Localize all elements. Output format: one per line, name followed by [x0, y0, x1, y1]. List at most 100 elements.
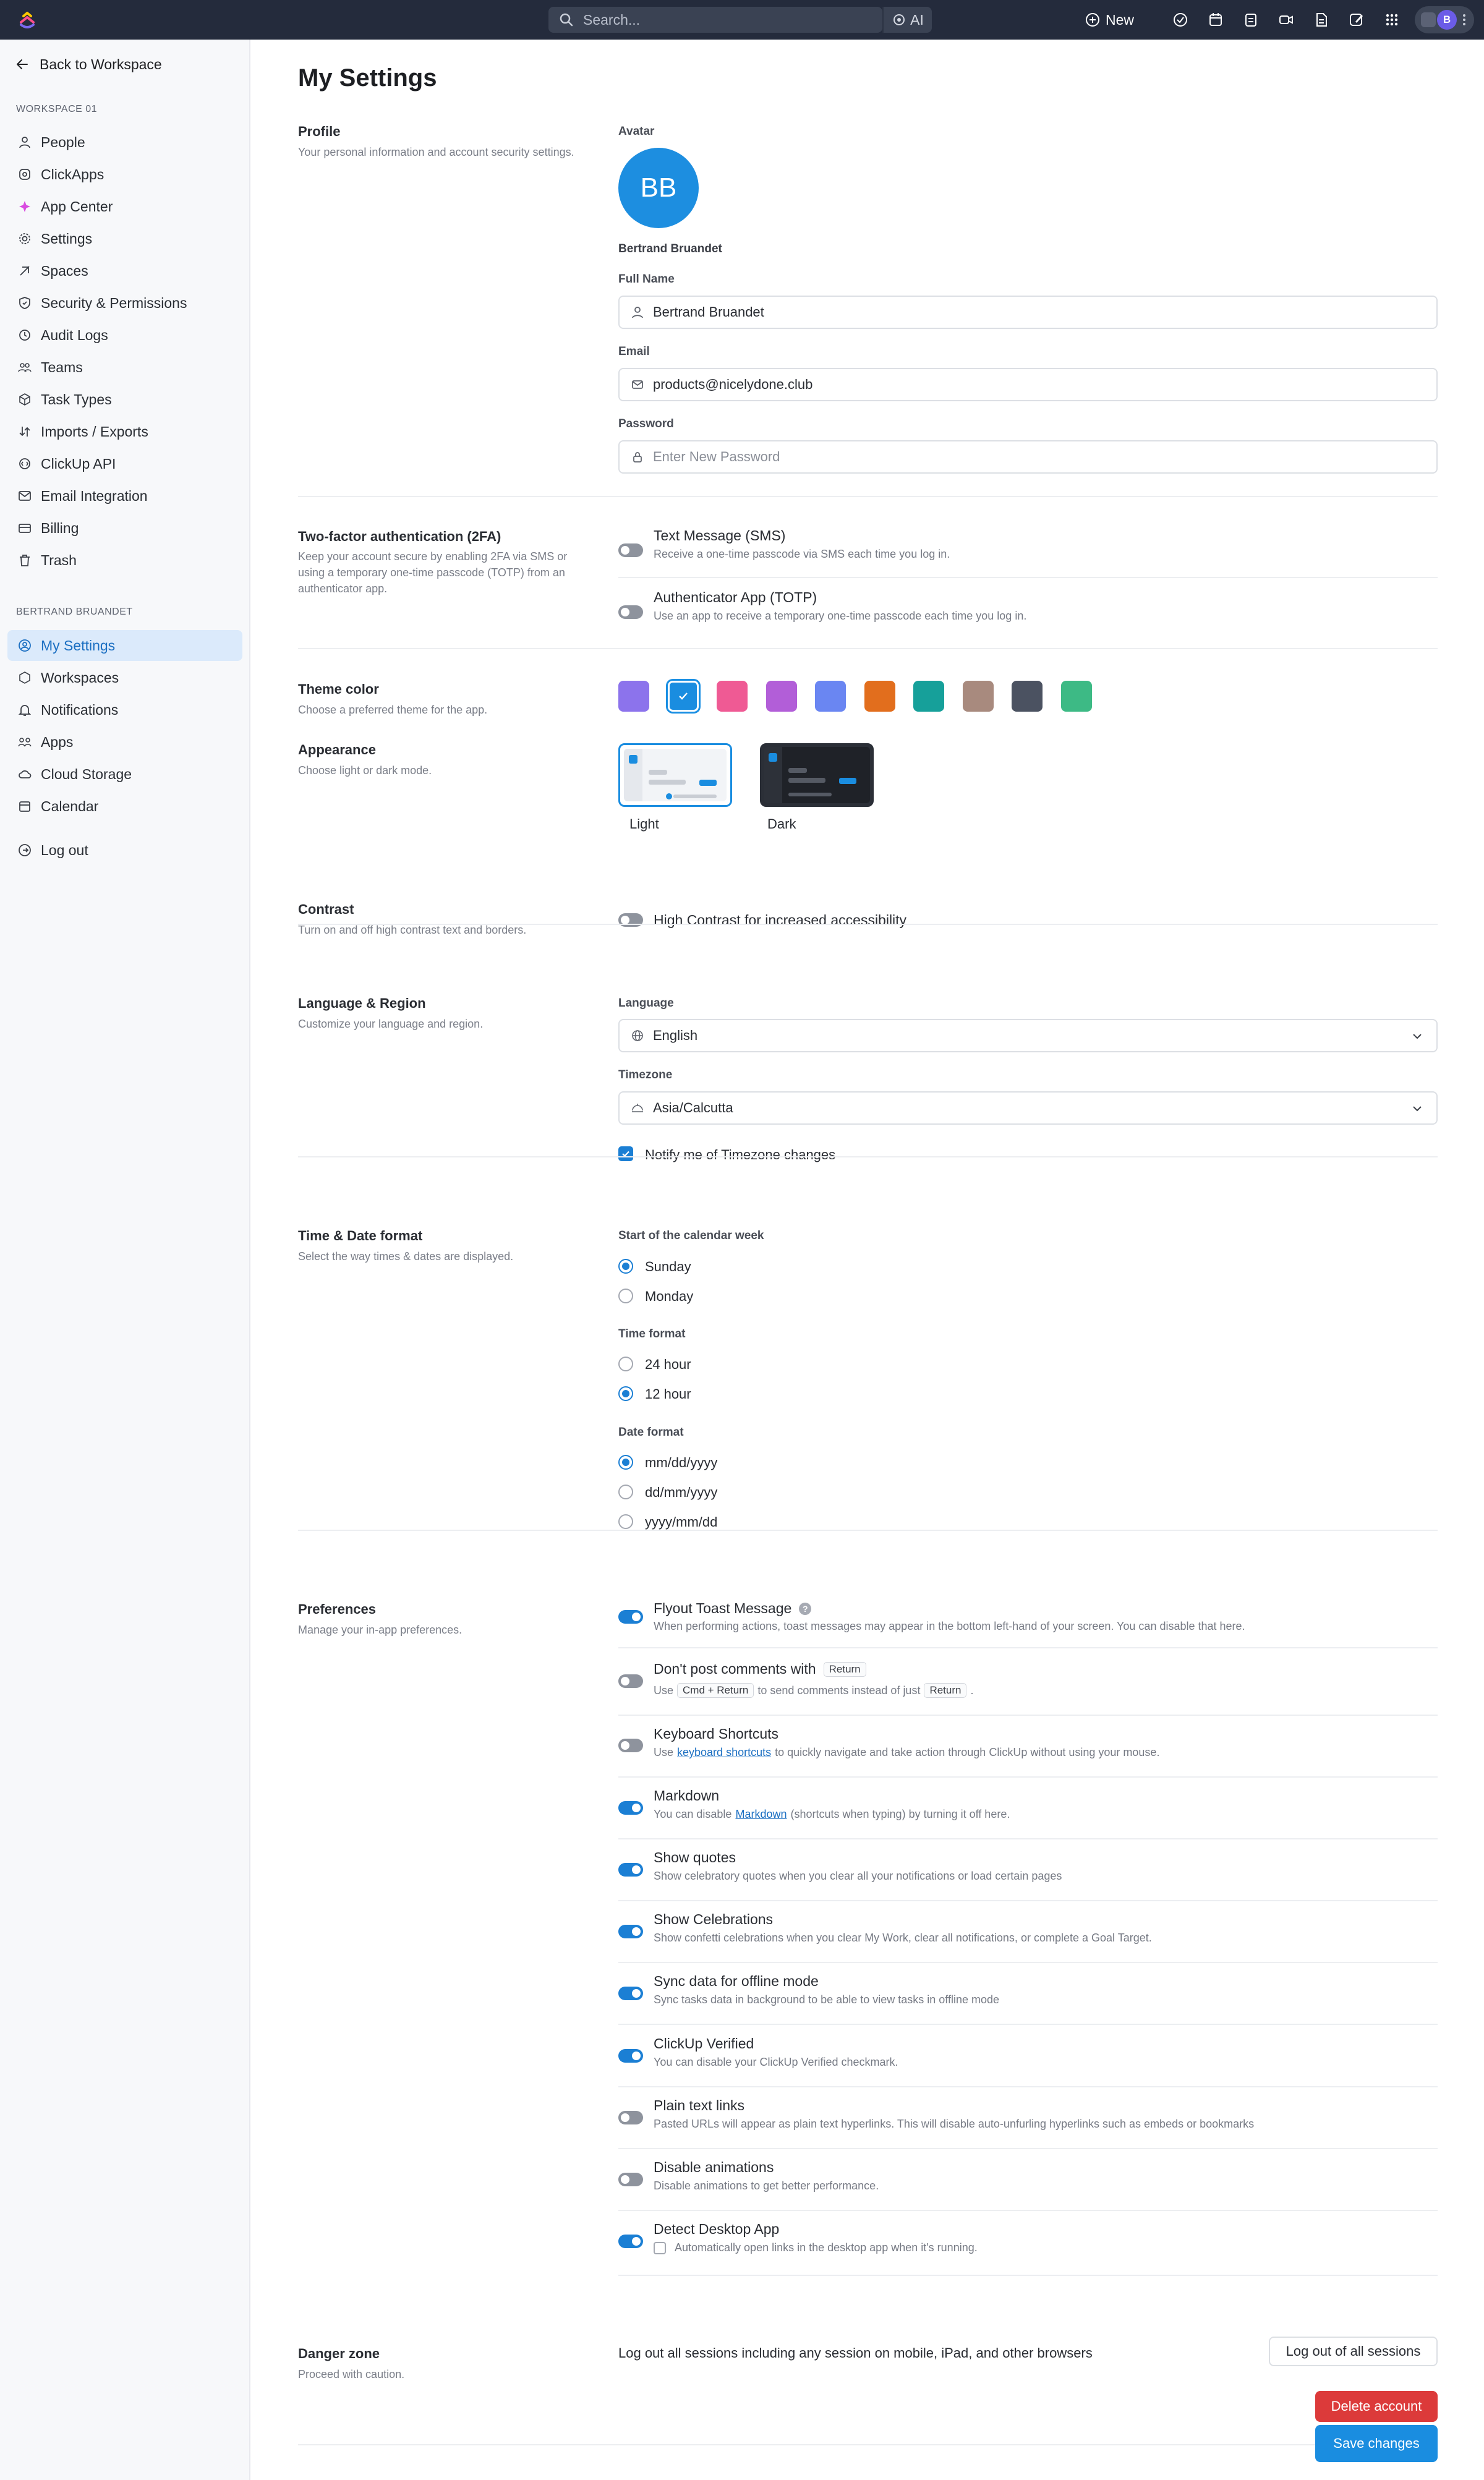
page-title: My Settings — [298, 64, 437, 92]
sidebar-item-label: Teams — [41, 359, 83, 375]
sidebar-item-settings[interactable]: Settings — [7, 223, 242, 254]
password-field[interactable]: Enter New Password — [618, 440, 1438, 474]
theme-swatch[interactable] — [815, 681, 846, 712]
check-circle-icon[interactable] — [1172, 11, 1189, 28]
keyboard-shortcuts-toggle[interactable] — [618, 1739, 643, 1752]
date-format-label: Date format — [618, 1426, 684, 1439]
sms-toggle[interactable] — [618, 543, 643, 557]
language-select[interactable]: English — [618, 1019, 1438, 1052]
sidebar-item-clickapps[interactable]: ClickApps — [7, 159, 242, 190]
sidebar-item-label: Spaces — [41, 262, 88, 279]
sidebar-item-notifications[interactable]: Notifications — [7, 694, 242, 725]
sidebar-item-spaces[interactable]: Spaces — [7, 255, 242, 286]
sidebar-item-teams[interactable]: Teams — [7, 352, 242, 383]
sidebar-item-billing[interactable]: Billing — [7, 513, 242, 543]
week-monday-radio[interactable] — [618, 1289, 633, 1303]
email-field[interactable]: products@nicelydone.club — [618, 368, 1438, 401]
sidebar-item-my-settings[interactable]: My Settings — [7, 630, 242, 661]
profile-menu-button[interactable]: B — [1415, 6, 1474, 33]
appearance-dark-card[interactable] — [760, 743, 874, 807]
theme-swatch[interactable] — [1060, 681, 1092, 712]
markdown-link[interactable]: Markdown — [735, 1808, 787, 1821]
detect-desktop-toggle[interactable] — [618, 2235, 643, 2248]
show-celebrations-toggle[interactable] — [618, 1925, 643, 1938]
theme-swatch[interactable] — [913, 681, 944, 712]
sidebar-item-clickup-api[interactable]: ClickUp API — [7, 448, 242, 479]
profile-section-desc: Your personal information and account se… — [298, 146, 574, 158]
sidebar-item-label: Imports / Exports — [41, 423, 148, 440]
logout-all-sessions-button[interactable]: Log out of all sessions — [1269, 2337, 1438, 2366]
sidebar-item-app-center[interactable]: App Center — [7, 191, 242, 222]
date-yyyymmdd-radio[interactable] — [618, 1514, 633, 1529]
theme-swatch[interactable] — [618, 681, 649, 712]
grid-icon[interactable] — [1383, 11, 1401, 28]
theme-swatch[interactable] — [717, 681, 748, 712]
sidebar-item-cloud-storage[interactable]: Cloud Storage — [7, 759, 242, 790]
notify-timezone-checkbox[interactable] — [618, 1146, 633, 1161]
user-section-header: BERTRAND BRUANDET — [16, 607, 133, 617]
open-in-desktop-checkbox[interactable] — [654, 2242, 666, 2254]
plus-circle-icon — [1086, 13, 1099, 27]
clipboard-icon[interactable] — [1242, 11, 1260, 28]
sidebar-item-apps[interactable]: Apps — [7, 727, 242, 757]
document-icon[interactable] — [1313, 11, 1330, 28]
time-24-label: 24 hour — [645, 1357, 691, 1372]
flyout-toast-toggle[interactable] — [618, 1610, 643, 1624]
date-ddmmyyyy-radio[interactable] — [618, 1485, 633, 1499]
save-changes-button[interactable]: Save changes — [1315, 2425, 1438, 2462]
logout-icon — [19, 844, 31, 856]
sidebar-item-log-out[interactable]: Log out — [7, 835, 242, 866]
delete-account-button[interactable]: Delete account — [1315, 2391, 1438, 2422]
time-24-radio[interactable] — [618, 1357, 633, 1371]
help-icon[interactable]: ? — [799, 1602, 812, 1615]
disable-animations-toggle[interactable] — [618, 2173, 643, 2186]
gear-icon — [19, 233, 30, 244]
language-label: Language — [618, 997, 674, 1010]
timezone-select[interactable]: Asia/Calcutta — [618, 1091, 1438, 1125]
twofa-section-desc: Keep your account secure by enabling 2FA… — [298, 550, 568, 595]
sidebar-item-audit-logs[interactable]: Audit Logs — [7, 320, 242, 351]
avatar[interactable]: BB — [618, 148, 699, 228]
flyout-toast-title-text: Flyout Toast Message — [654, 1600, 792, 1616]
comments-return-toggle[interactable] — [618, 1674, 643, 1688]
theme-swatch[interactable] — [864, 681, 895, 712]
video-icon[interactable] — [1277, 11, 1295, 28]
theme-swatch[interactable] — [765, 681, 797, 712]
row-divider — [618, 2210, 1438, 2211]
sidebar-item-workspaces[interactable]: Workspaces — [7, 662, 242, 693]
markdown-title: Markdown — [654, 1788, 720, 1804]
sidebar-item-task-types[interactable]: Task Types — [7, 384, 242, 415]
theme-swatch[interactable] — [667, 681, 699, 712]
time-12-radio[interactable] — [618, 1386, 633, 1401]
sidebar-item-people[interactable]: People — [7, 127, 242, 158]
week-sunday-radio[interactable] — [618, 1259, 633, 1274]
sidebar-item-security-permissions[interactable]: Security & Permissions — [7, 288, 242, 318]
show-quotes-toggle[interactable] — [618, 1863, 643, 1877]
keyboard-shortcuts-link[interactable]: keyboard shortcuts — [677, 1746, 771, 1759]
theme-swatch[interactable] — [962, 681, 994, 712]
appearance-light-card[interactable] — [618, 743, 732, 807]
ai-button[interactable]: AI — [882, 7, 932, 33]
theme-swatch[interactable] — [1012, 681, 1043, 712]
back-to-workspace-link[interactable]: Back to Workspace — [15, 52, 162, 77]
sidebar-item-calendar[interactable]: Calendar — [7, 791, 242, 822]
sidebar-item-label: My Settings — [41, 637, 116, 654]
preview-line — [673, 795, 717, 798]
clickup-logo-icon[interactable] — [16, 9, 38, 31]
date-mmddyyyy-radio[interactable] — [618, 1455, 633, 1470]
sidebar-item-email-integration[interactable]: Email Integration — [7, 480, 242, 511]
sidebar-item-imports-exports[interactable]: Imports / Exports — [7, 416, 242, 447]
search-bar[interactable]: Search... — [548, 7, 882, 33]
new-button[interactable]: New — [1085, 9, 1134, 31]
plain-text-links-toggle[interactable] — [618, 2111, 643, 2124]
language-section-title: Language & Region — [298, 995, 426, 1011]
offline-sync-toggle[interactable] — [618, 1987, 643, 2000]
sidebar-item-trash[interactable]: Trash — [7, 545, 242, 576]
bell-icon — [18, 705, 32, 716]
markdown-toggle[interactable] — [618, 1801, 643, 1815]
full-name-field[interactable]: Bertrand Bruandet — [618, 296, 1438, 329]
clickup-verified-toggle[interactable] — [618, 2049, 643, 2063]
edit-icon[interactable] — [1348, 11, 1365, 28]
calendar-icon[interactable] — [1207, 11, 1224, 28]
totp-toggle[interactable] — [618, 605, 643, 619]
